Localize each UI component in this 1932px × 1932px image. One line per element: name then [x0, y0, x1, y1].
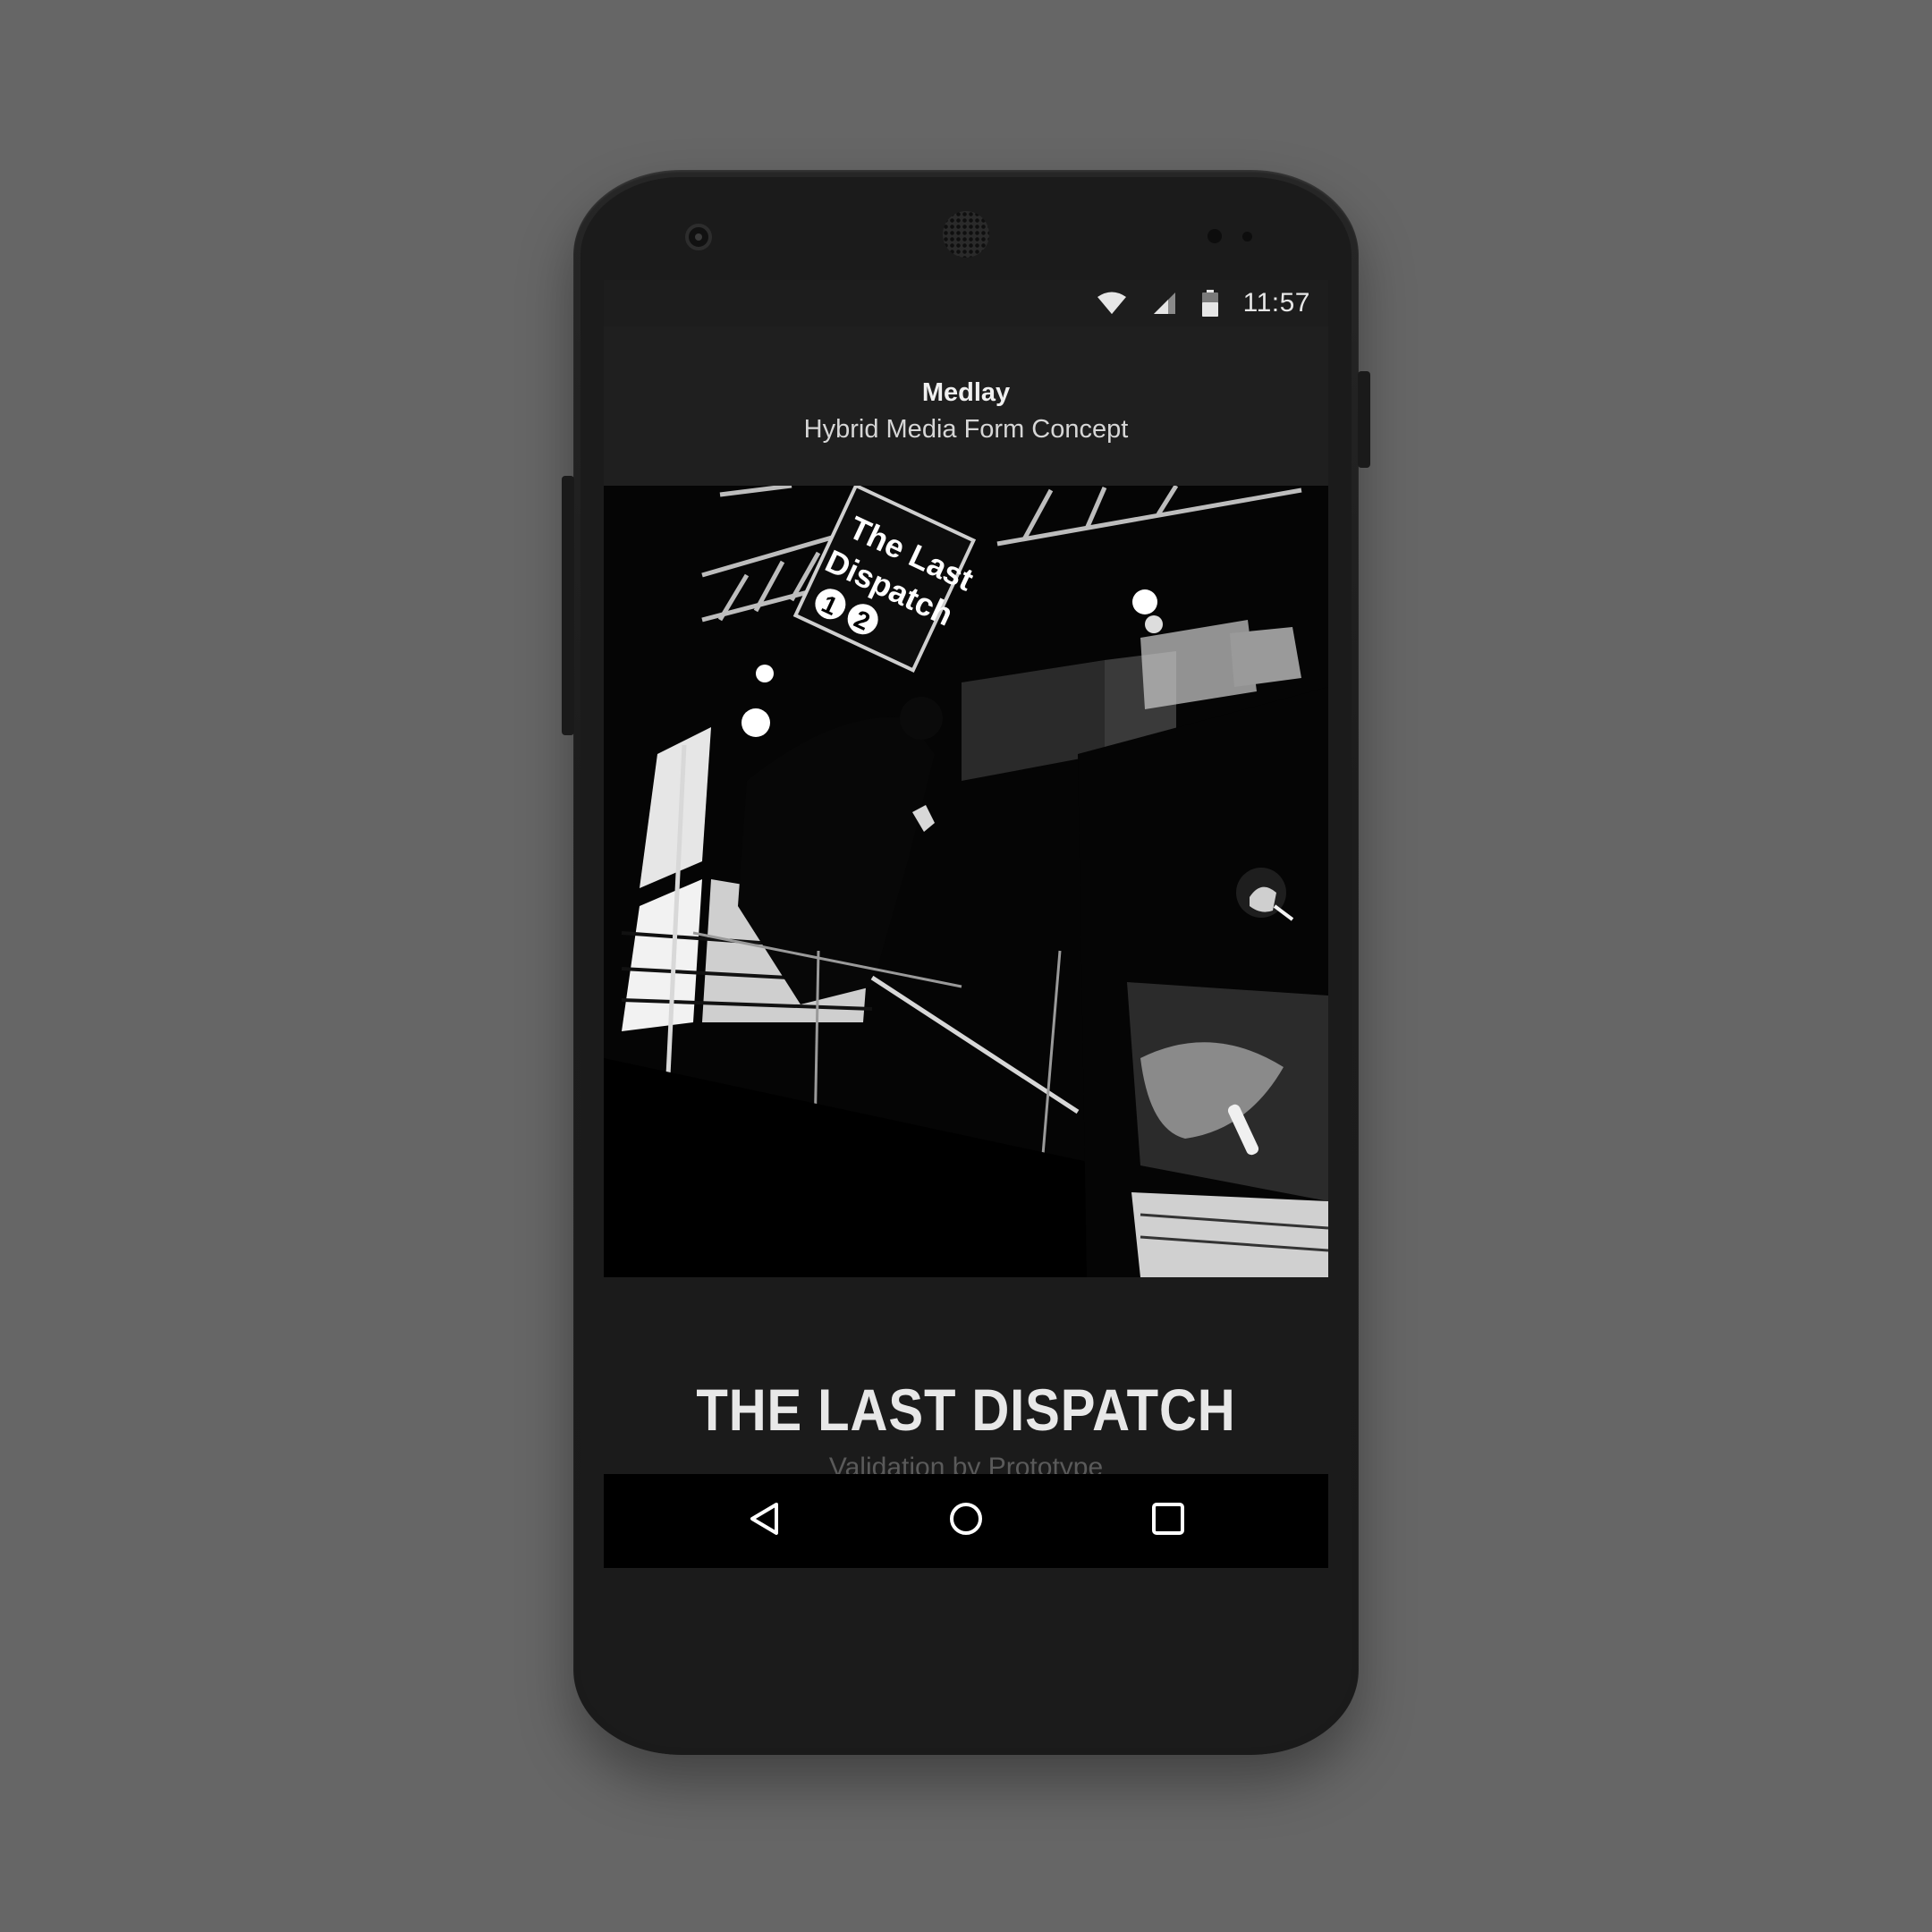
home-icon: [948, 1501, 984, 1541]
recent-apps-icon: [1150, 1501, 1186, 1541]
hero-image[interactable]: The Last Dispatch 1 2: [604, 486, 1328, 1277]
volume-button: [562, 476, 574, 735]
battery-icon: [1201, 290, 1218, 317]
earpiece-speaker: [943, 211, 989, 258]
station-photo: The Last Dispatch 1 2: [604, 486, 1328, 1277]
story-card[interactable]: THE LAST DISPATCH Validation by Prototyp…: [604, 1277, 1328, 1474]
story-title: THE LAST DISPATCH: [696, 1377, 1236, 1443]
cell-signal-icon: [1152, 292, 1177, 315]
front-camera: [685, 224, 712, 250]
story-subtitle: Validation by Prototype: [828, 1453, 1104, 1474]
back-icon: [747, 1501, 783, 1541]
navigation-bar: [604, 1474, 1328, 1568]
wifi-icon: [1097, 292, 1127, 315]
status-time: 11:57: [1242, 288, 1310, 318]
back-button[interactable]: [711, 1474, 818, 1568]
power-button: [1358, 371, 1370, 468]
recent-apps-button[interactable]: [1114, 1474, 1222, 1568]
light-sensor: [1242, 232, 1252, 242]
status-bar: 11:57: [604, 280, 1328, 326]
home-button[interactable]: [912, 1474, 1020, 1568]
app-title: Medlay: [921, 378, 1011, 407]
phone-screen: 11:57 Medlay Hybrid Media Form Concept T…: [604, 280, 1328, 1568]
proximity-sensor: [1208, 229, 1222, 243]
app-header: Medlay Hybrid Media Form Concept: [604, 326, 1328, 486]
app-subtitle: Hybrid Media Form Concept: [803, 415, 1129, 444]
